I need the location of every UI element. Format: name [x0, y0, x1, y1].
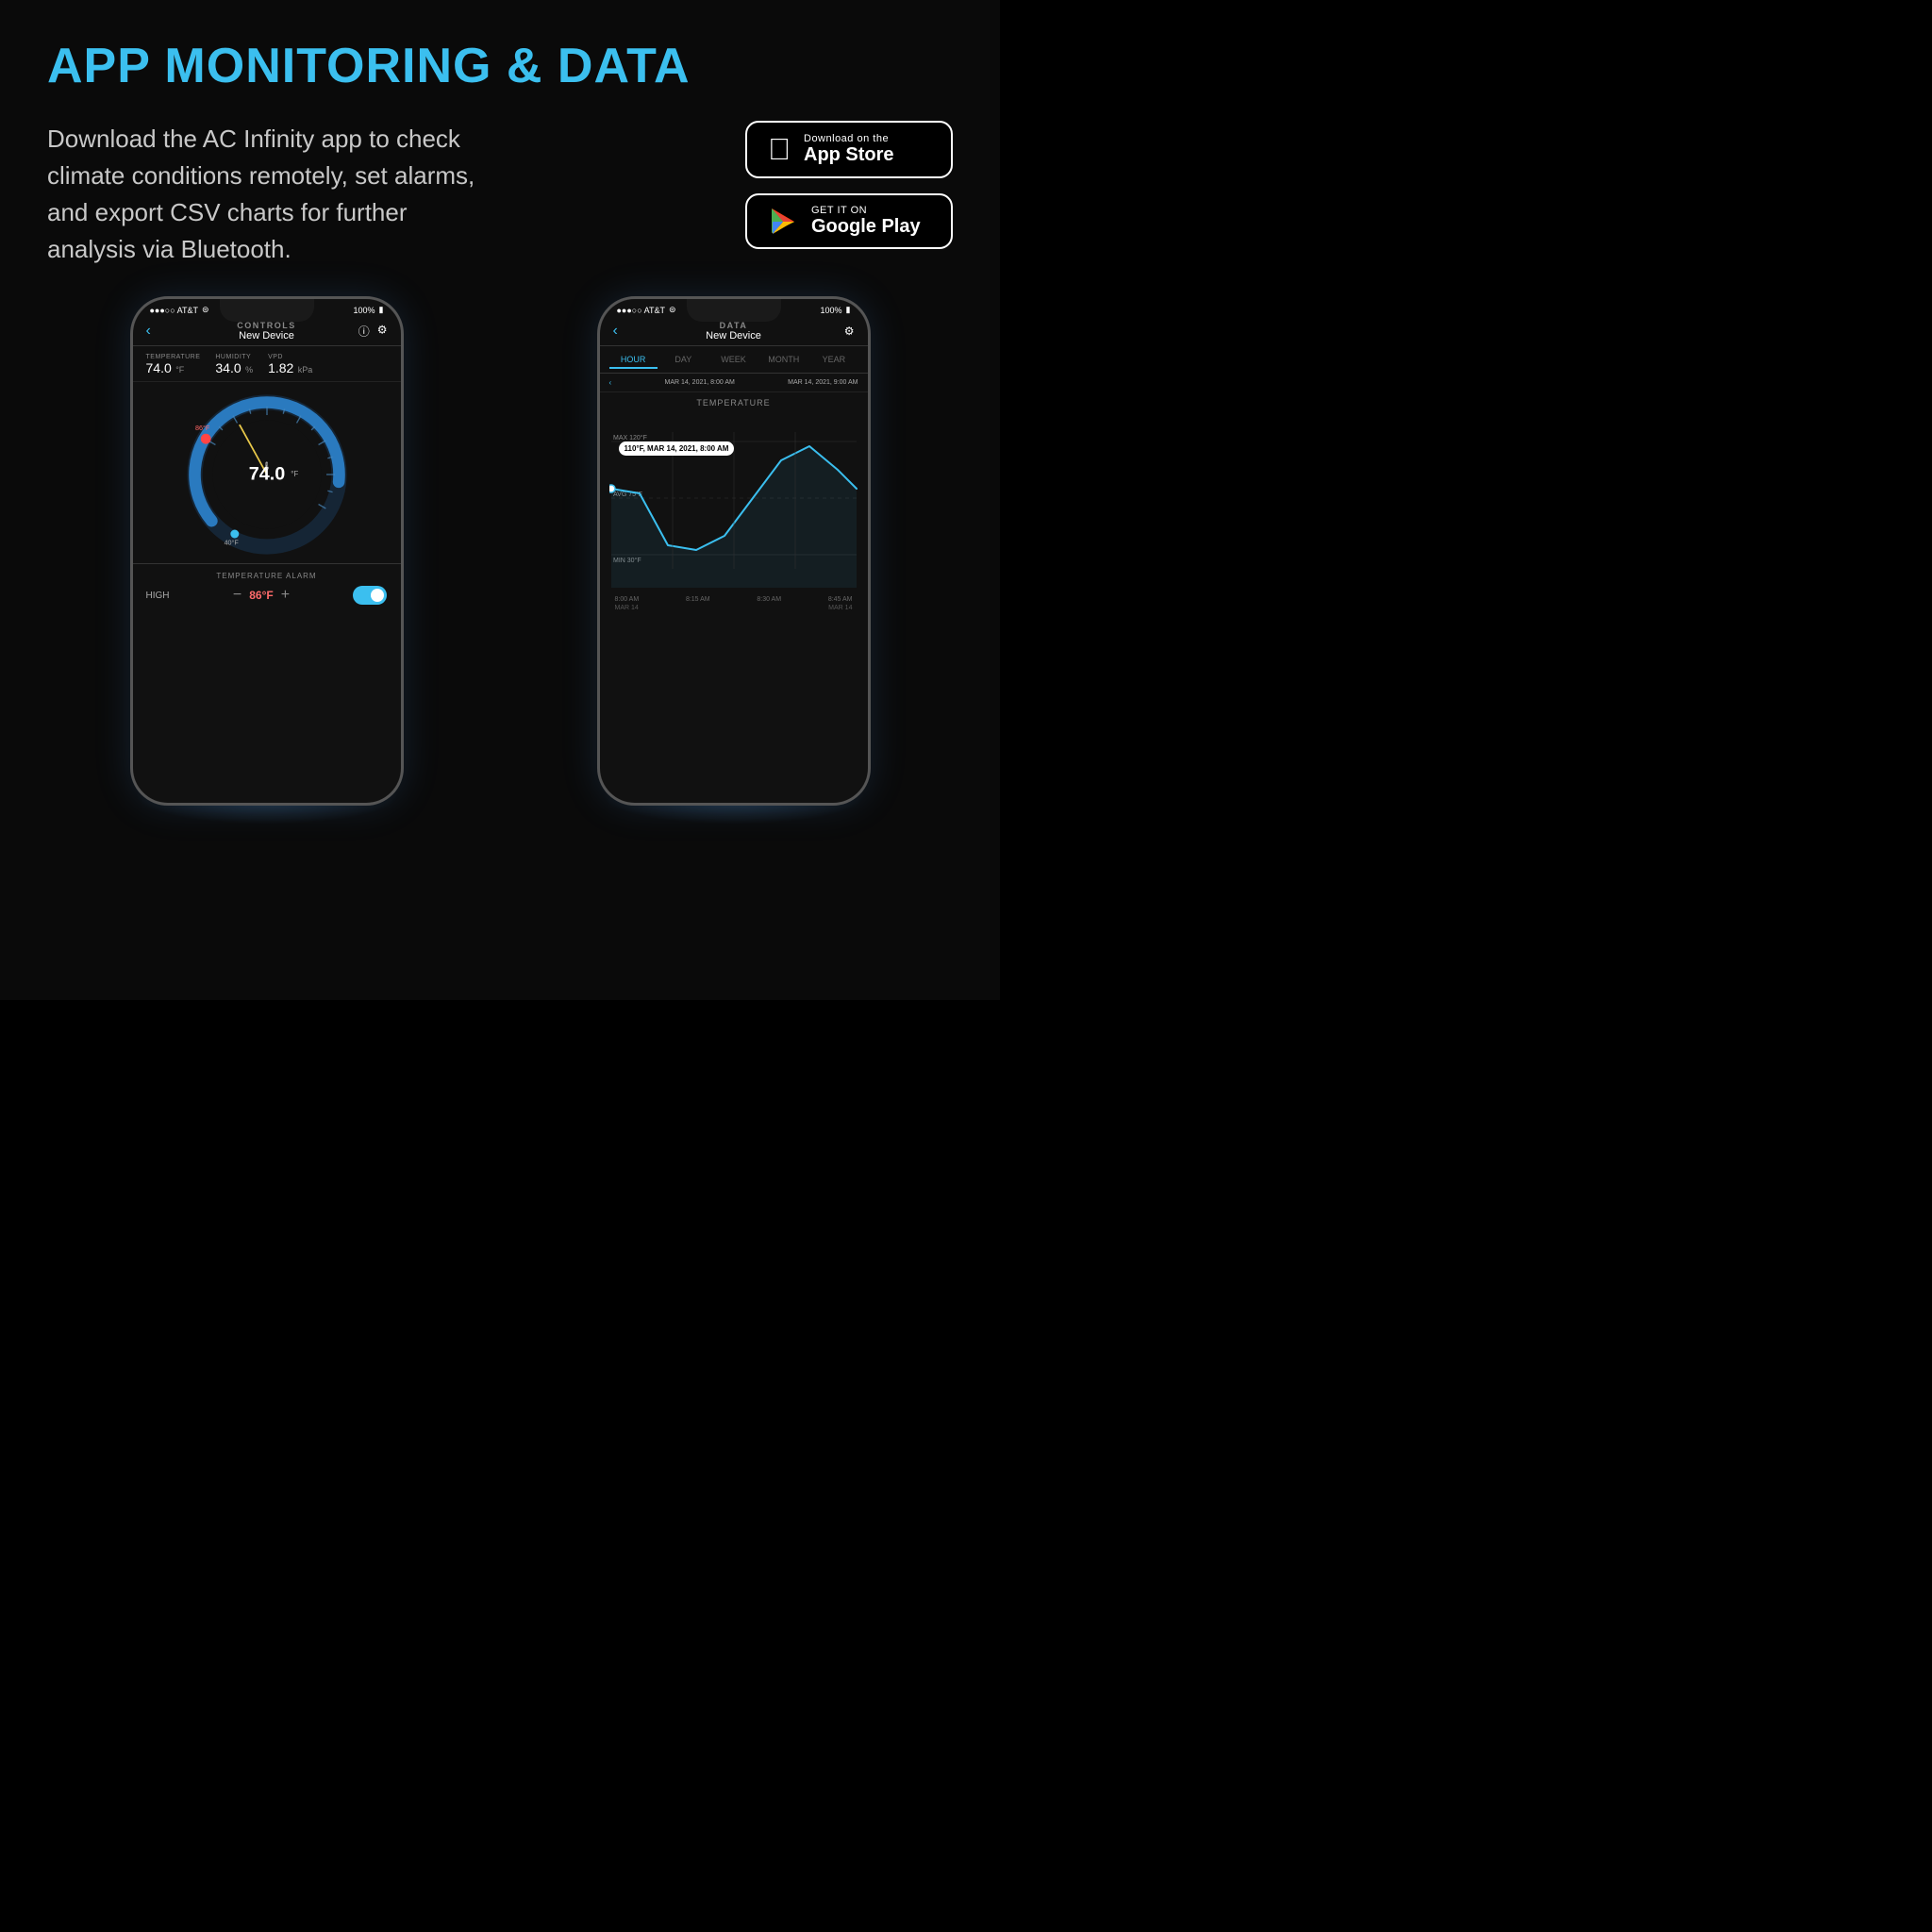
alarm-toggle[interactable]	[353, 586, 387, 605]
app-store-top-label: Download on the	[804, 133, 894, 144]
settings-icon[interactable]: ⚙	[377, 324, 388, 340]
controls-phone-wrapper: ●●●○○ AT&T ⊜ 4:48PM 100% ▮ ‹ C	[130, 296, 404, 806]
alarm-section: TEMPERATURE ALARM HIGH − 86°F +	[133, 563, 401, 610]
period-tabs: HOUR DAY WEEK MONTH YEAR	[600, 346, 868, 374]
data-screen: ‹ DATA New Device ⚙ HOUR DAY WEEK MONTH …	[600, 315, 868, 791]
description-text: Download the AC Infinity app to check cl…	[47, 121, 500, 268]
data-back-button[interactable]: ‹	[613, 323, 618, 340]
app-store-text: Download on the App Store	[804, 133, 894, 166]
data-status-right: 100% ▮	[821, 305, 851, 315]
app-store-bottom-label: App Store	[804, 144, 894, 166]
data-phone-inner: ●●●○○ AT&T ⊜ 4:48PM 100% ▮ ‹ D	[600, 299, 868, 803]
controls-phone-inner: ●●●○○ AT&T ⊜ 4:48PM 100% ▮ ‹ C	[133, 299, 401, 803]
vpd-value: 1.82 kPa	[268, 360, 312, 377]
battery-text: 100%	[354, 306, 375, 315]
temp-value: 74.0 °F	[146, 360, 201, 377]
alarm-plus-button[interactable]: +	[281, 587, 290, 604]
chart-tooltip: 110°F, MAR 14, 2021, 8:00 AM	[619, 441, 735, 456]
store-buttons:  Download on the App Store	[745, 121, 953, 249]
vpd-label: VPD	[268, 354, 312, 360]
chart-time-labels: 8:00 AM 8:15 AM 8:30 AM 8:45 AM	[609, 592, 858, 603]
date-back-chevron[interactable]: ‹	[609, 378, 612, 387]
chart-date-labels: MAR 14 MAR 14	[609, 603, 858, 611]
temperature-sensor: TEMPERATURE 74.0 °F	[146, 354, 201, 377]
alarm-high-label: HIGH	[146, 591, 170, 601]
time-label-1: 8:15 AM	[686, 596, 710, 603]
apple-icon: 	[768, 132, 791, 167]
back-button[interactable]: ‹	[146, 323, 151, 340]
status-right: 100% ▮	[354, 305, 384, 315]
data-status-left: ●●●○○ AT&T ⊜	[617, 305, 676, 315]
alarm-controls: − 86°F +	[233, 587, 290, 604]
temperature-chart: MAX 120°F AVG 75°F MIN 30°F	[609, 413, 858, 588]
date-start: MAR 14, 2021, 8:00 AM	[665, 379, 735, 386]
page-title: APP MONITORING & DATA	[47, 38, 953, 94]
alarm-row: HIGH − 86°F +	[146, 586, 388, 605]
gauge-svg: 🌡 74.0 °F 86°F 40°F	[182, 390, 352, 559]
controls-phone: ●●●○○ AT&T ⊜ 4:48PM 100% ▮ ‹ C	[130, 296, 404, 806]
gauge-container: 🌡 74.0 °F 86°F 40°F	[133, 390, 401, 559]
time-label-2: 8:30 AM	[757, 596, 781, 603]
time-label-0: 8:00 AM	[615, 596, 640, 603]
phone-notch	[220, 299, 314, 322]
controls-screen: ‹ CONTROLS New Device ⓘ ⚙ TEMPERATURE	[133, 315, 401, 791]
svg-text:°F: °F	[291, 470, 298, 478]
chart-title: TEMPERATURE	[609, 398, 858, 408]
tab-week[interactable]: WEEK	[709, 352, 758, 369]
svg-text:86°F: 86°F	[194, 424, 209, 432]
google-play-top-label: GET IT ON	[811, 205, 921, 216]
data-carrier-text: ●●●○○ AT&T	[617, 306, 666, 315]
data-phone: ●●●○○ AT&T ⊜ 4:48PM 100% ▮ ‹ D	[597, 296, 871, 806]
svg-text:40°F: 40°F	[224, 539, 239, 547]
app-store-button[interactable]:  Download on the App Store	[745, 121, 953, 178]
temp-label: TEMPERATURE	[146, 354, 201, 360]
carrier-text: ●●●○○ AT&T	[150, 306, 199, 315]
sensor-row: TEMPERATURE 74.0 °F HUMIDITY 34.0	[133, 346, 401, 382]
data-settings-icon[interactable]: ⚙	[844, 325, 855, 338]
tab-hour[interactable]: HOUR	[609, 352, 658, 369]
humidity-sensor: HUMIDITY 34.0 %	[215, 354, 253, 377]
page: APP MONITORING & DATA Download the AC In…	[0, 0, 1000, 1000]
humidity-label: HUMIDITY	[215, 354, 253, 360]
content-row: Download the AC Infinity app to check cl…	[47, 121, 953, 268]
alarm-high-value: 86°F	[249, 589, 273, 602]
date-end: MAR 14, 2021, 9:00 AM	[788, 379, 858, 386]
svg-text:74.0: 74.0	[248, 463, 285, 484]
google-play-bottom-label: Google Play	[811, 216, 921, 238]
date-label-0: MAR 14	[615, 605, 639, 611]
tab-year[interactable]: YEAR	[809, 352, 858, 369]
chart-container: 110°F, MAR 14, 2021, 8:00 AM MAX 120°F A…	[609, 413, 858, 583]
data-device: New Device	[600, 330, 868, 341]
data-battery-icon: ▮	[846, 305, 851, 315]
wifi-icon: ⊜	[202, 305, 209, 315]
data-title: DATA	[600, 321, 868, 330]
status-left: ●●●○○ AT&T ⊜	[150, 305, 209, 315]
google-play-icon	[768, 207, 798, 237]
date-range: ‹ MAR 14, 2021, 8:00 AM MAR 14, 2021, 9:…	[600, 374, 868, 392]
phones-section: ●●●○○ AT&T ⊜ 4:48PM 100% ▮ ‹ C	[47, 296, 953, 806]
date-label-3: MAR 14	[828, 605, 852, 611]
data-phone-notch	[687, 299, 781, 322]
data-phone-wrapper: ●●●○○ AT&T ⊜ 4:48PM 100% ▮ ‹ D	[597, 296, 871, 806]
tab-month[interactable]: MONTH	[759, 352, 808, 369]
vpd-sensor: VPD 1.82 kPa	[268, 354, 312, 377]
google-play-button[interactable]: GET IT ON Google Play	[745, 193, 953, 249]
data-battery-text: 100%	[821, 306, 842, 315]
controls-icons: ⓘ ⚙	[358, 324, 388, 340]
time-label-3: 8:45 AM	[828, 596, 853, 603]
google-play-text: GET IT ON Google Play	[811, 205, 921, 238]
tab-day[interactable]: DAY	[659, 352, 708, 369]
svg-text:MAX 120°F: MAX 120°F	[613, 434, 647, 441]
data-wifi-icon: ⊜	[669, 305, 676, 315]
alarm-title: TEMPERATURE ALARM	[146, 572, 388, 580]
battery-icon: ▮	[379, 305, 384, 315]
chart-area: TEMPERATURE 110°F, MAR 14, 2021, 8:00 AM	[600, 392, 868, 587]
humidity-value: 34.0 %	[215, 360, 253, 377]
alarm-minus-button[interactable]: −	[233, 587, 242, 604]
info-icon[interactable]: ⓘ	[358, 324, 370, 340]
